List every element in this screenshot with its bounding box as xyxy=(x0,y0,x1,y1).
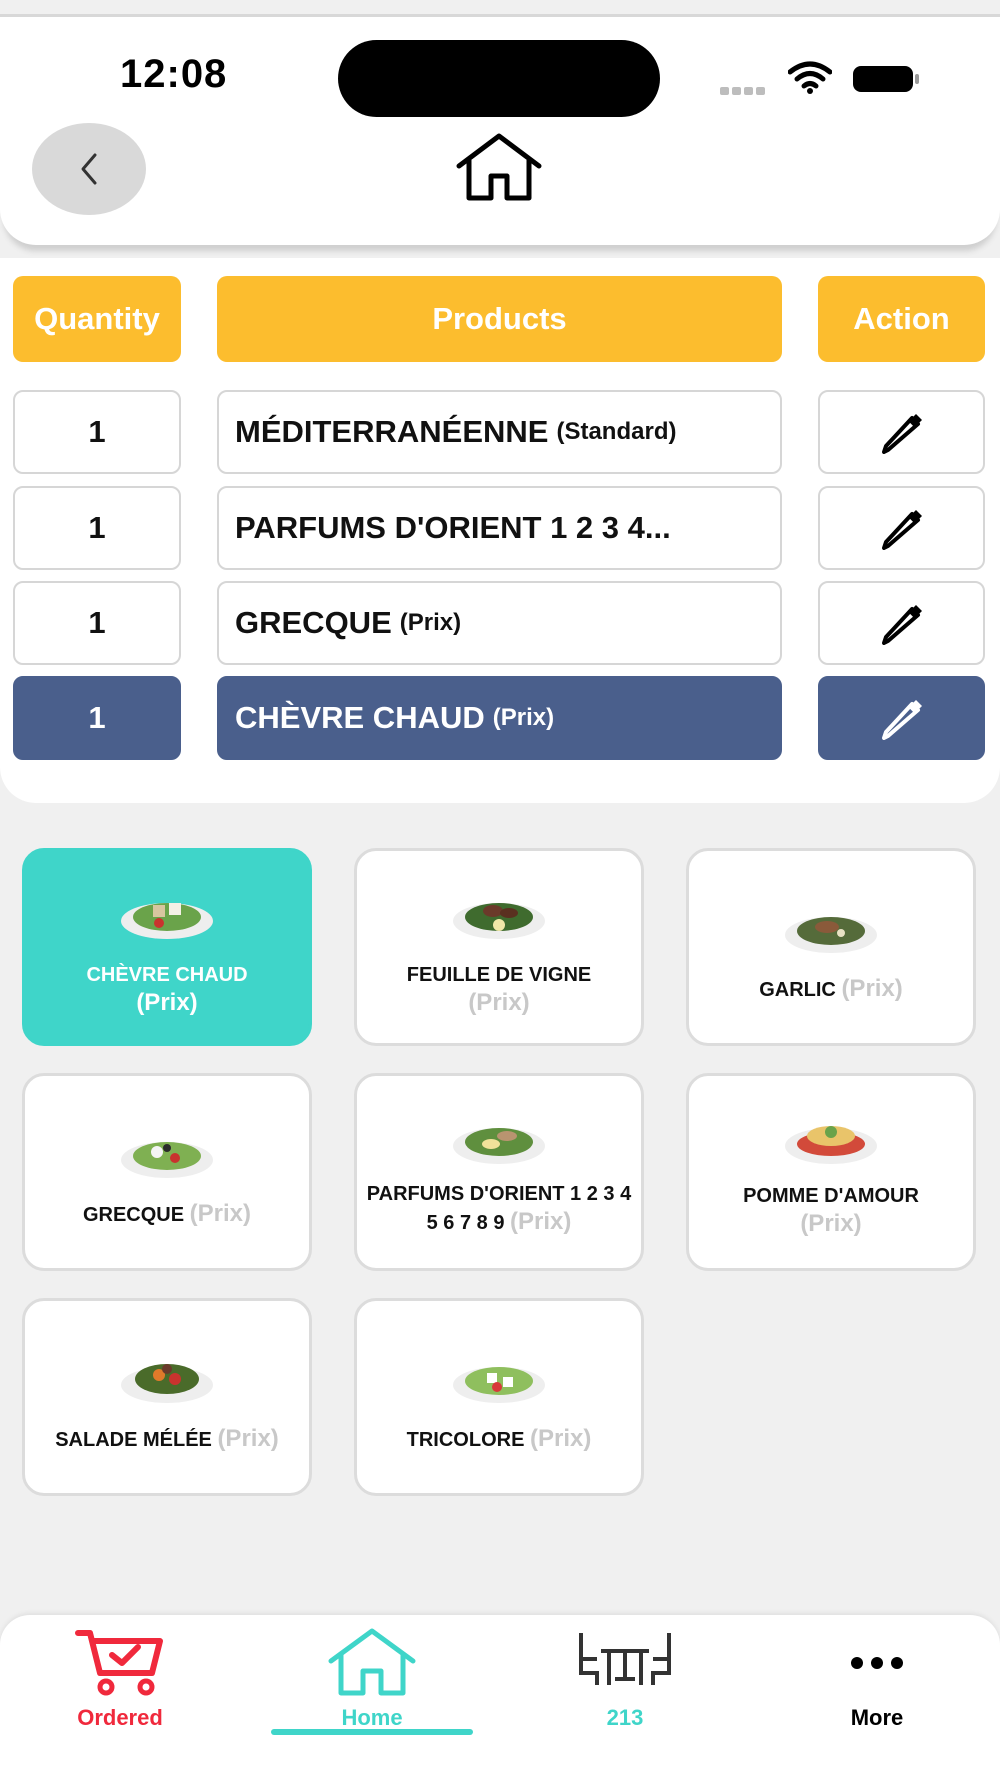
table-chairs-icon xyxy=(579,1633,671,1685)
product-tile[interactable]: SALADE MÉLÉE (Prix) xyxy=(22,1298,312,1496)
home-icon[interactable] xyxy=(455,132,543,202)
table-row-quantity[interactable]: 1 xyxy=(13,676,181,760)
product-name: CHÈVRE CHAUD xyxy=(235,700,485,735)
product-tile-price: (Prix) xyxy=(841,975,903,1002)
nav-ordered-label: Ordered xyxy=(77,1705,163,1730)
product-tile-name: GRECQUE xyxy=(82,1204,185,1226)
product-variant: (Standard) xyxy=(556,418,677,445)
action-header: Action xyxy=(818,276,985,362)
salad-plate-icon xyxy=(121,1142,213,1178)
nav-tables[interactable]: 213 xyxy=(525,1615,725,1765)
product-tile-price: (Prix) xyxy=(510,1208,572,1235)
products-header: Products xyxy=(217,276,782,362)
more-dots-icon xyxy=(851,1657,903,1669)
nav-more-label: More xyxy=(850,1705,904,1730)
product-tile-name: FEUILLE DE VIGNE xyxy=(406,964,592,986)
table-row-quantity[interactable]: 1 xyxy=(13,486,181,570)
product-variant: (Prix) xyxy=(492,704,555,731)
edit-button[interactable] xyxy=(818,581,985,665)
cart-check-icon xyxy=(75,1630,163,1696)
salad-plate-icon xyxy=(785,1126,877,1164)
chevron-left-icon xyxy=(81,153,97,185)
nav-more[interactable]: More xyxy=(777,1615,977,1765)
wifi-icon xyxy=(788,61,832,94)
salad-plate-icon xyxy=(453,1128,545,1164)
product-tile[interactable]: TRICOLORE (Prix) xyxy=(354,1298,644,1496)
product-tile-price: (Prix) xyxy=(800,1210,862,1237)
product-tile[interactable]: POMME D'AMOUR (Prix) xyxy=(686,1073,976,1271)
active-tab-indicator xyxy=(271,1729,473,1735)
status-time: 12:08 xyxy=(120,52,228,96)
edit-button[interactable] xyxy=(818,486,985,570)
product-tile[interactable]: PARFUMS D'ORIENT 1 2 3 4 5 6 7 8 9 (Prix… xyxy=(354,1073,644,1271)
product-tile-name: GARLIC xyxy=(759,979,836,1001)
salad-plate-icon xyxy=(453,903,545,939)
product-tile-price: (Prix) xyxy=(468,989,530,1016)
battery-icon xyxy=(853,66,919,92)
table-row-product[interactable]: MÉDITERRANÉENNE (Standard) xyxy=(217,390,782,474)
product-tile-name: POMME D'AMOUR xyxy=(743,1185,919,1207)
product-tile[interactable]: GARLIC (Prix) xyxy=(686,848,976,1046)
salad-plate-icon xyxy=(121,1364,213,1403)
cellular-signal-icon xyxy=(720,82,770,95)
product-tile-name: CHÈVRE CHAUD xyxy=(86,964,248,986)
product-tile-name: TRICOLORE xyxy=(406,1429,525,1451)
table-row-quantity[interactable]: 1 xyxy=(13,390,181,474)
table-row-product[interactable]: GRECQUE (Prix) xyxy=(217,581,782,665)
product-variant: (Prix) xyxy=(399,609,462,636)
product-tile-price: (Prix) xyxy=(189,1200,252,1227)
salad-plate-icon xyxy=(785,917,877,953)
product-tile-price: (Prix) xyxy=(529,1425,592,1452)
edit-button[interactable] xyxy=(818,390,985,474)
nav-tables-label: 213 xyxy=(606,1705,644,1730)
product-name: GRECQUE xyxy=(235,605,392,640)
salad-plate-icon xyxy=(121,903,213,939)
pencil-icon xyxy=(881,414,922,454)
product-tile-name: PARFUMS D'ORIENT 1 2 3 4 5 6 7 8 9 xyxy=(366,1183,632,1234)
product-tile-price: (Prix) xyxy=(217,1425,279,1452)
edit-button[interactable] xyxy=(818,676,985,760)
back-button[interactable] xyxy=(32,123,146,215)
pencil-icon xyxy=(881,700,922,740)
page: 12:08 Quantity Products Action 1 MÉDITER… xyxy=(0,0,1000,1778)
product-tile-name: SALADE MÉLÉE xyxy=(55,1429,212,1451)
product-tile[interactable]: GRECQUE (Prix) xyxy=(22,1073,312,1271)
table-row-product[interactable]: PARFUMS D'ORIENT 1 2 3 4... xyxy=(217,486,782,570)
nav-ordered[interactable]: Ordered xyxy=(20,1615,220,1765)
nav-home-label: Home xyxy=(341,1705,403,1730)
product-tile[interactable]: CHÈVRE CHAUD (Prix) xyxy=(22,848,312,1046)
home-icon xyxy=(328,1628,416,1696)
nav-home[interactable]: Home xyxy=(272,1615,472,1765)
table-row-product[interactable]: CHÈVRE CHAUD (Prix) xyxy=(217,676,782,760)
pencil-icon xyxy=(881,510,922,550)
table-row-quantity[interactable]: 1 xyxy=(13,581,181,665)
quantity-header: Quantity xyxy=(13,276,181,362)
pencil-icon xyxy=(881,605,922,645)
product-name: MÉDITERRANÉENNE xyxy=(235,414,549,449)
product-name: PARFUMS D'ORIENT 1 2 3 4... xyxy=(235,510,671,545)
product-tile-price: (Prix) xyxy=(136,989,198,1016)
salad-plate-icon xyxy=(453,1367,545,1403)
product-tile[interactable]: FEUILLE DE VIGNE (Prix) xyxy=(354,848,644,1046)
bottom-nav: Ordered Home 213 More xyxy=(0,1615,1000,1778)
dynamic-island xyxy=(338,40,660,117)
